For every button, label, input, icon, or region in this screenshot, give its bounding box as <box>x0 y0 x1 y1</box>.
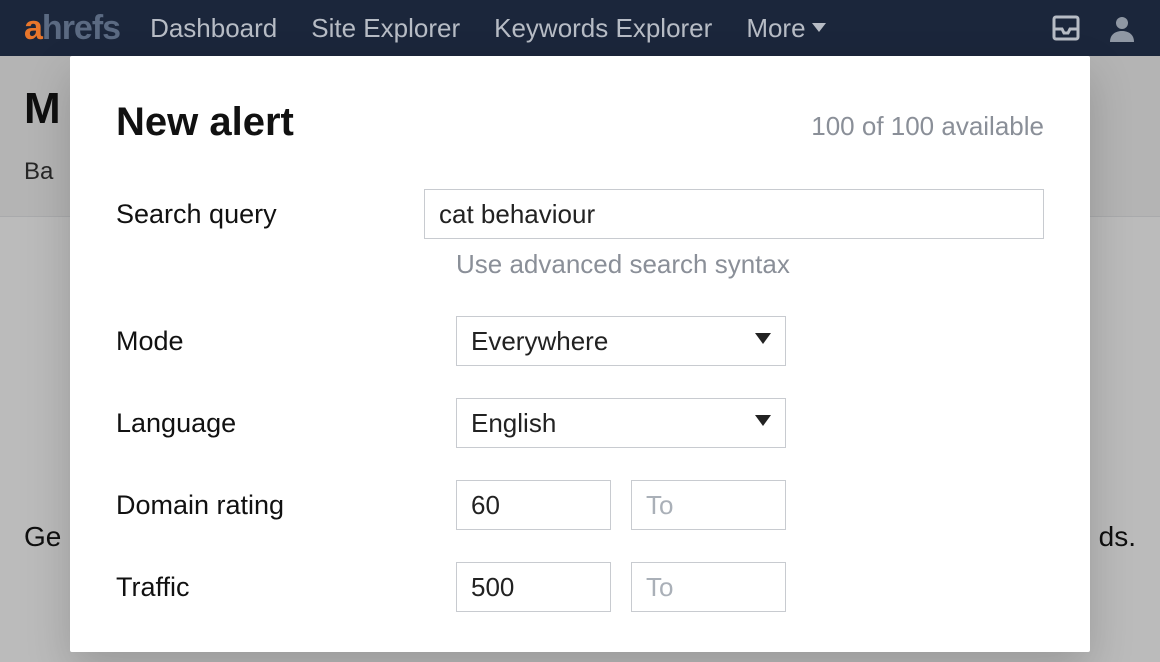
domain-rating-to-input[interactable] <box>631 480 786 530</box>
row-language: Language English <box>116 398 1044 448</box>
language-select-value: English <box>471 408 556 439</box>
chevron-down-icon <box>755 414 771 432</box>
row-traffic: Traffic <box>116 562 1044 612</box>
search-query-hint-link[interactable]: Use advanced search syntax <box>456 249 790 280</box>
new-alert-modal: New alert 100 of 100 available Search qu… <box>70 56 1090 652</box>
inbox-icon[interactable] <box>1052 15 1080 41</box>
row-mode: Mode Everywhere <box>116 316 1044 366</box>
user-icon[interactable] <box>1108 14 1136 42</box>
alerts-available: 100 of 100 available <box>811 111 1044 142</box>
chevron-down-icon <box>755 332 771 350</box>
chevron-down-icon <box>812 20 826 36</box>
nav-dashboard[interactable]: Dashboard <box>150 13 277 44</box>
modal-title: New alert <box>116 100 294 145</box>
row-domain-rating: Domain rating <box>116 480 1044 530</box>
search-query-input[interactable] <box>424 189 1044 239</box>
top-navbar: ahrefs Dashboard Site Explorer Keywords … <box>0 0 1160 56</box>
label-language: Language <box>116 408 456 439</box>
mode-select-value: Everywhere <box>471 326 608 357</box>
traffic-to-input[interactable] <box>631 562 786 612</box>
language-select[interactable]: English <box>456 398 786 448</box>
ahrefs-logo: ahrefs <box>24 11 120 45</box>
nav-site-explorer[interactable]: Site Explorer <box>311 13 460 44</box>
label-mode: Mode <box>116 326 456 357</box>
nav-more[interactable]: More <box>746 13 825 44</box>
label-domain-rating: Domain rating <box>116 490 456 521</box>
row-search-query: Search query <box>116 189 1044 239</box>
traffic-from-input[interactable] <box>456 562 611 612</box>
label-search-query: Search query <box>116 199 424 230</box>
mode-select[interactable]: Everywhere <box>456 316 786 366</box>
nav-more-label: More <box>746 13 805 44</box>
nav-keywords-explorer[interactable]: Keywords Explorer <box>494 13 712 44</box>
label-traffic: Traffic <box>116 572 456 603</box>
domain-rating-from-input[interactable] <box>456 480 611 530</box>
